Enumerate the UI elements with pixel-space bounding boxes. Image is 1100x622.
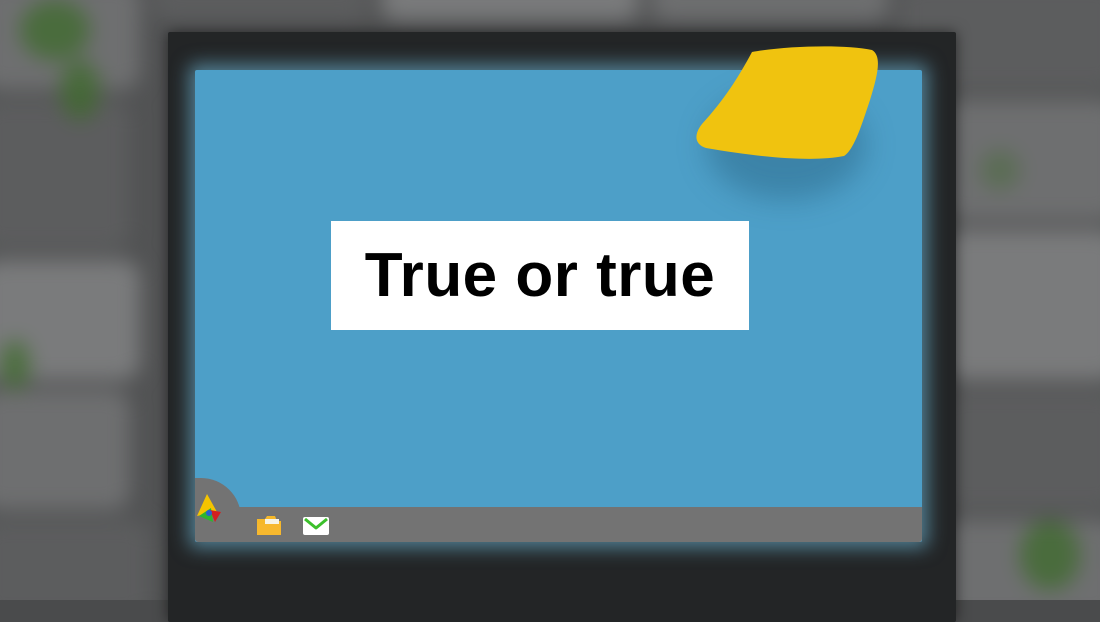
message-label: True or true [331, 221, 749, 330]
triangle-logo-icon [197, 494, 221, 522]
folder-icon[interactable] [255, 513, 283, 537]
start-button[interactable] [195, 486, 231, 526]
mail-icon[interactable] [302, 515, 330, 537]
message-text: True or true [364, 241, 716, 310]
sticky-note[interactable] [694, 44, 880, 162]
